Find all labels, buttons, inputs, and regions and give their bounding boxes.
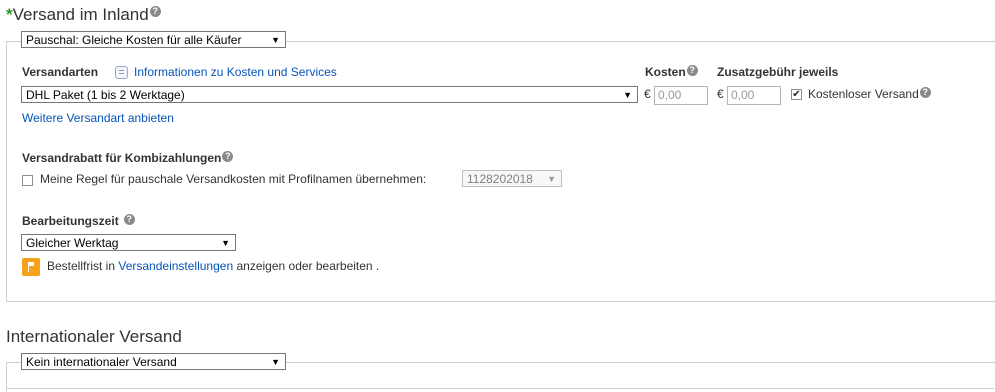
flag-icon <box>22 258 40 276</box>
extra-fee-label: Zusatzgebühr jeweils <box>717 65 839 79</box>
combined-discount-label: Versandrabatt für Kombizahlungen? <box>22 151 234 165</box>
shipping-settings-link[interactable]: Versandeinstellungen <box>118 259 233 273</box>
currency-symbol: € <box>644 87 651 101</box>
section-divider <box>6 388 994 389</box>
international-title: Internationaler Versand <box>6 327 182 346</box>
shipping-rule-label: Meine Regel für pauschale Versandkosten … <box>40 172 427 186</box>
shipping-service-select[interactable]: DHL Paket (1 bis 2 Werktage) ▼ <box>21 86 638 103</box>
help-icon[interactable]: ? <box>919 87 931 98</box>
chevron-down-icon: ▼ <box>271 357 280 367</box>
check-icon: ✔ <box>792 89 801 100</box>
cutoff-time-text: Bestellfrist in Versandeinstellungen anz… <box>47 259 380 273</box>
cost-info-link[interactable]: Informationen zu Kosten und Services <box>134 65 337 79</box>
cost-label: Kosten? <box>645 65 698 79</box>
chevron-down-icon: ▼ <box>547 174 556 184</box>
cost-input[interactable]: 0,00 <box>654 86 708 105</box>
shipping-rule-checkbox[interactable] <box>22 175 33 186</box>
chevron-down-icon: ▼ <box>623 90 632 100</box>
international-shipping-select[interactable]: Kein internationaler Versand ▼ <box>21 353 286 370</box>
add-shipping-service-link[interactable]: Weitere Versandart anbieten <box>22 111 174 125</box>
extra-fee-input[interactable]: 0,00 <box>727 86 781 105</box>
currency-symbol: € <box>717 87 724 101</box>
help-icon[interactable]: ? <box>686 65 698 76</box>
chevron-down-icon: ▼ <box>271 35 280 45</box>
help-icon[interactable]: ? <box>149 6 161 17</box>
shipping-profile-select[interactable]: 1128202018 ▼ <box>462 170 562 187</box>
help-icon[interactable]: ? <box>222 151 234 162</box>
domestic-heading: *Versand im Inland? <box>6 5 161 25</box>
free-shipping-checkbox[interactable]: ✔ <box>791 89 802 100</box>
info-icon[interactable] <box>115 66 128 79</box>
help-icon[interactable]: ? <box>123 214 135 225</box>
domestic-title: Versand im Inland <box>12 5 149 24</box>
handling-time-select[interactable]: Gleicher Werktag ▼ <box>21 234 236 251</box>
shipping-types-label: Versandarten <box>22 65 99 79</box>
free-shipping-label: Kostenloser Versand? <box>808 87 931 101</box>
handling-time-label: Bearbeitungszeit? <box>22 214 135 228</box>
chevron-down-icon: ▼ <box>221 238 230 248</box>
required-mark: * <box>6 5 13 24</box>
pricing-type-select[interactable]: Pauschal: Gleiche Kosten für alle Käufer… <box>21 31 286 48</box>
